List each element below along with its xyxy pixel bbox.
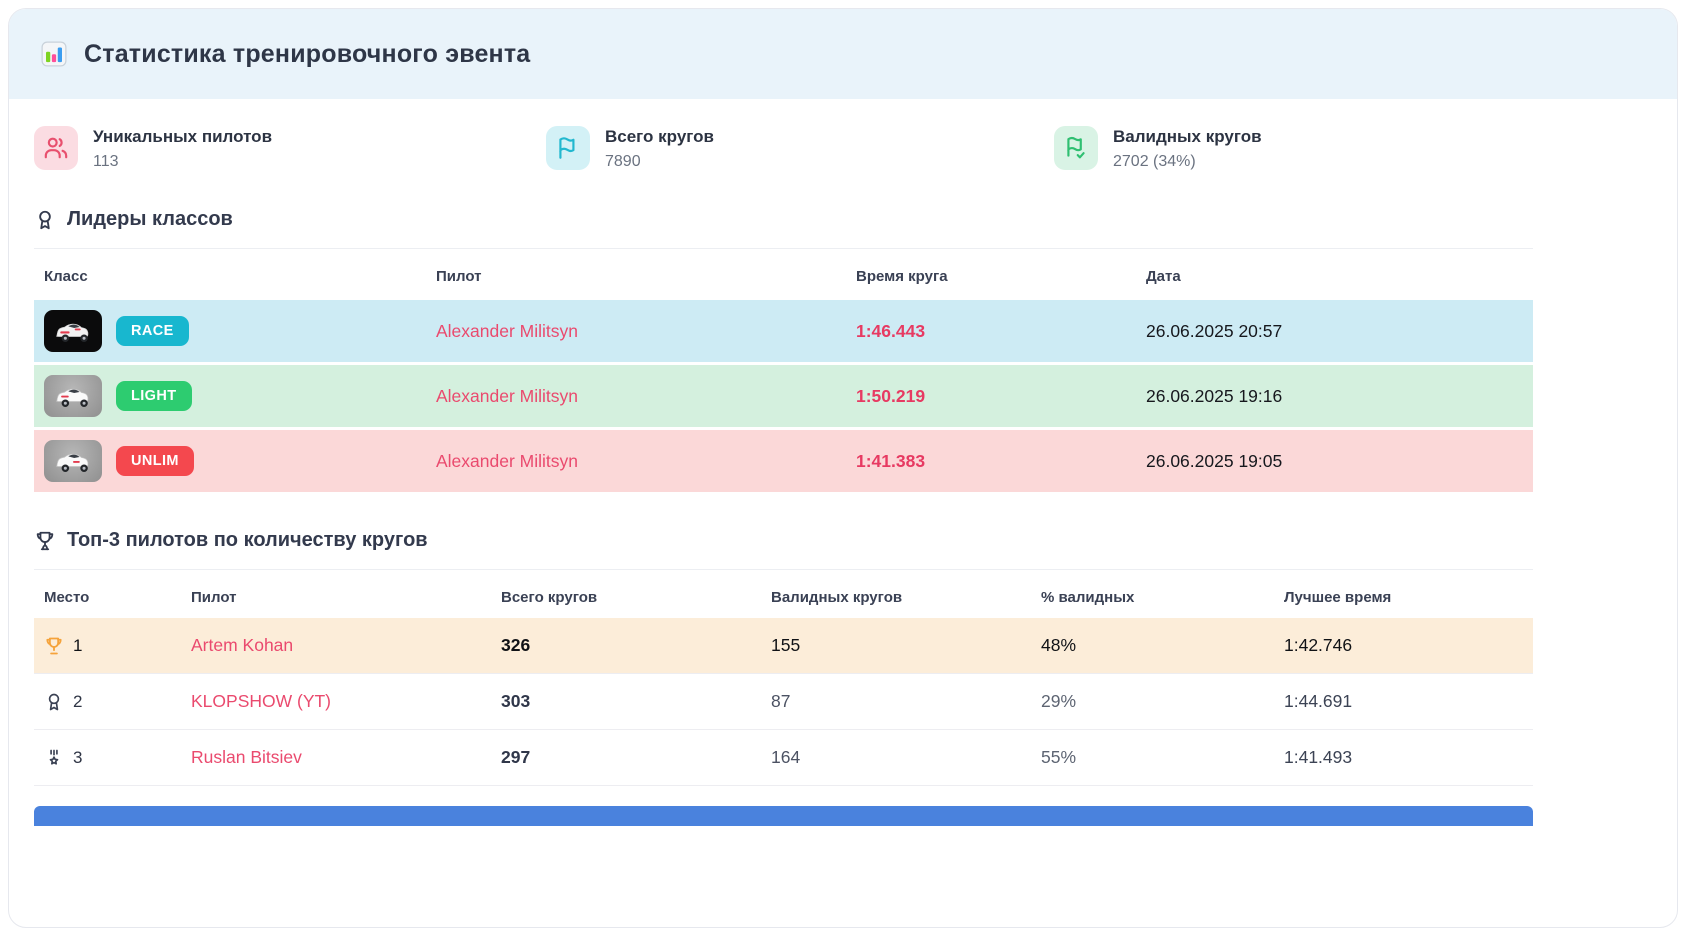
stat-text: Валидных кругов 2702 (34%) [1113, 126, 1262, 171]
column-header-pilot: Пилот [191, 589, 237, 606]
lap-time: 1:50.219 [856, 385, 926, 406]
place-number: 2 [73, 691, 83, 711]
medal-icon [44, 748, 64, 768]
trophy-icon [44, 636, 64, 656]
place-cell: 3 [44, 748, 191, 768]
stat-label: Всего кругов [605, 127, 714, 146]
stat-text: Уникальных пилотов 113 [93, 126, 272, 171]
section-class-leaders: Лидеры классов [34, 208, 1533, 231]
stat-value: 2702 (34%) [1113, 153, 1196, 170]
best-time: 1:44.691 [1284, 691, 1353, 711]
page-title: Статистика тренировочного эвента [84, 39, 531, 68]
column-header-valid-pct: % валидных [1041, 589, 1135, 606]
class-badge: LIGHT [116, 381, 192, 411]
stats-row: Уникальных пилотов 113 Всего кругов 7890 [34, 126, 1533, 171]
column-header-valid-laps: Валидных кругов [771, 589, 903, 606]
valid-percent: 48% [1041, 635, 1077, 655]
stat-unique-pilots: Уникальных пилотов 113 [34, 126, 546, 171]
class-cell: RACE [44, 310, 436, 352]
car-thumbnail [44, 310, 102, 352]
place-cell: 1 [44, 636, 191, 656]
valid-laps: 164 [771, 747, 801, 767]
table-row-unlim: UNLIM Alexander Militsyn 1:41.383 26.06.… [34, 430, 1533, 492]
lap-time: 1:41.383 [856, 450, 926, 471]
pilot-link[interactable]: Alexander Militsyn [436, 321, 856, 342]
valid-percent: 55% [1041, 747, 1077, 767]
lap-date: 26.06.2025 19:16 [1146, 385, 1283, 406]
table-row-place-3: 3 Ruslan Bitsiev 297 164 55% 1:41.493 [34, 730, 1533, 786]
users-icon [34, 126, 78, 170]
lap-date: 26.06.2025 19:05 [1146, 450, 1283, 471]
place-cell: 2 [44, 692, 191, 712]
top-pilots-table-header: Место Пилот Всего кругов Валидных кругов… [34, 570, 1533, 618]
best-time: 1:41.493 [1284, 747, 1353, 767]
award-icon [44, 692, 64, 712]
flag-icon [546, 126, 590, 170]
class-badge: UNLIM [116, 446, 194, 476]
column-header-best-time: Лучшее время [1284, 589, 1392, 606]
section-title: Топ-3 пилотов по количеству кругов [67, 529, 428, 551]
pilot-link[interactable]: Alexander Militsyn [436, 451, 856, 472]
lap-time: 1:46.443 [856, 320, 926, 341]
section-title: Лидеры классов [67, 208, 233, 230]
stat-valid-laps: Валидных кругов 2702 (34%) [1054, 126, 1262, 171]
panel-header: Статистика тренировочного эвента [9, 9, 1677, 99]
stats-panel: Статистика тренировочного эвента Уникаль… [8, 8, 1678, 928]
stat-value: 7890 [605, 153, 641, 170]
pilot-link[interactable]: Alexander Militsyn [436, 386, 856, 407]
class-cell: UNLIM [44, 440, 436, 482]
stat-value: 113 [93, 153, 119, 170]
place-number: 3 [73, 747, 83, 767]
total-laps: 297 [501, 747, 531, 767]
table-row-light: LIGHT Alexander Militsyn 1:50.219 26.06.… [34, 365, 1533, 427]
bar-chart-icon [39, 39, 69, 69]
next-section-header-bar [34, 806, 1533, 826]
column-header-place: Место [44, 589, 90, 606]
valid-laps: 155 [771, 635, 801, 655]
table-row-race: RACE Alexander Militsyn 1:46.443 26.06.2… [34, 300, 1533, 362]
table-row-place-2: 2 KLOPSHOW (YT) 303 87 29% 1:44.691 [34, 674, 1533, 730]
class-badge: RACE [116, 316, 189, 346]
column-header-class: Класс [44, 268, 88, 285]
stat-total-laps: Всего кругов 7890 [546, 126, 1054, 171]
pilot-link[interactable]: KLOPSHOW (YT) [191, 691, 501, 712]
car-thumbnail [44, 440, 102, 482]
total-laps: 326 [501, 635, 531, 655]
stat-label: Уникальных пилотов [93, 127, 273, 146]
column-header-pilot: Пилот [436, 268, 482, 285]
pilot-link[interactable]: Artem Kohan [191, 635, 501, 656]
stat-label: Валидных кругов [1113, 127, 1262, 146]
class-cell: LIGHT [44, 375, 436, 417]
place-number: 1 [73, 635, 83, 655]
award-icon [34, 209, 56, 231]
trophy-icon [34, 530, 56, 552]
total-laps: 303 [501, 691, 531, 711]
valid-laps: 87 [771, 691, 791, 711]
section-top-pilots: Топ-3 пилотов по количеству кругов [34, 529, 1533, 552]
table-row-place-1: 1 Artem Kohan 326 155 48% 1:42.746 [34, 618, 1533, 674]
stat-text: Всего кругов 7890 [605, 126, 714, 171]
valid-percent: 29% [1041, 691, 1077, 711]
pilot-link[interactable]: Ruslan Bitsiev [191, 747, 501, 768]
car-thumbnail [44, 375, 102, 417]
column-header-total-laps: Всего кругов [501, 589, 598, 606]
column-header-date: Дата [1146, 268, 1181, 285]
class-leaders-table-header: Класс Пилот Время круга Дата [34, 249, 1533, 297]
best-time: 1:42.746 [1284, 635, 1353, 655]
flag-check-icon [1054, 126, 1098, 170]
column-header-lap-time: Время круга [856, 268, 948, 285]
lap-date: 26.06.2025 20:57 [1146, 320, 1283, 341]
